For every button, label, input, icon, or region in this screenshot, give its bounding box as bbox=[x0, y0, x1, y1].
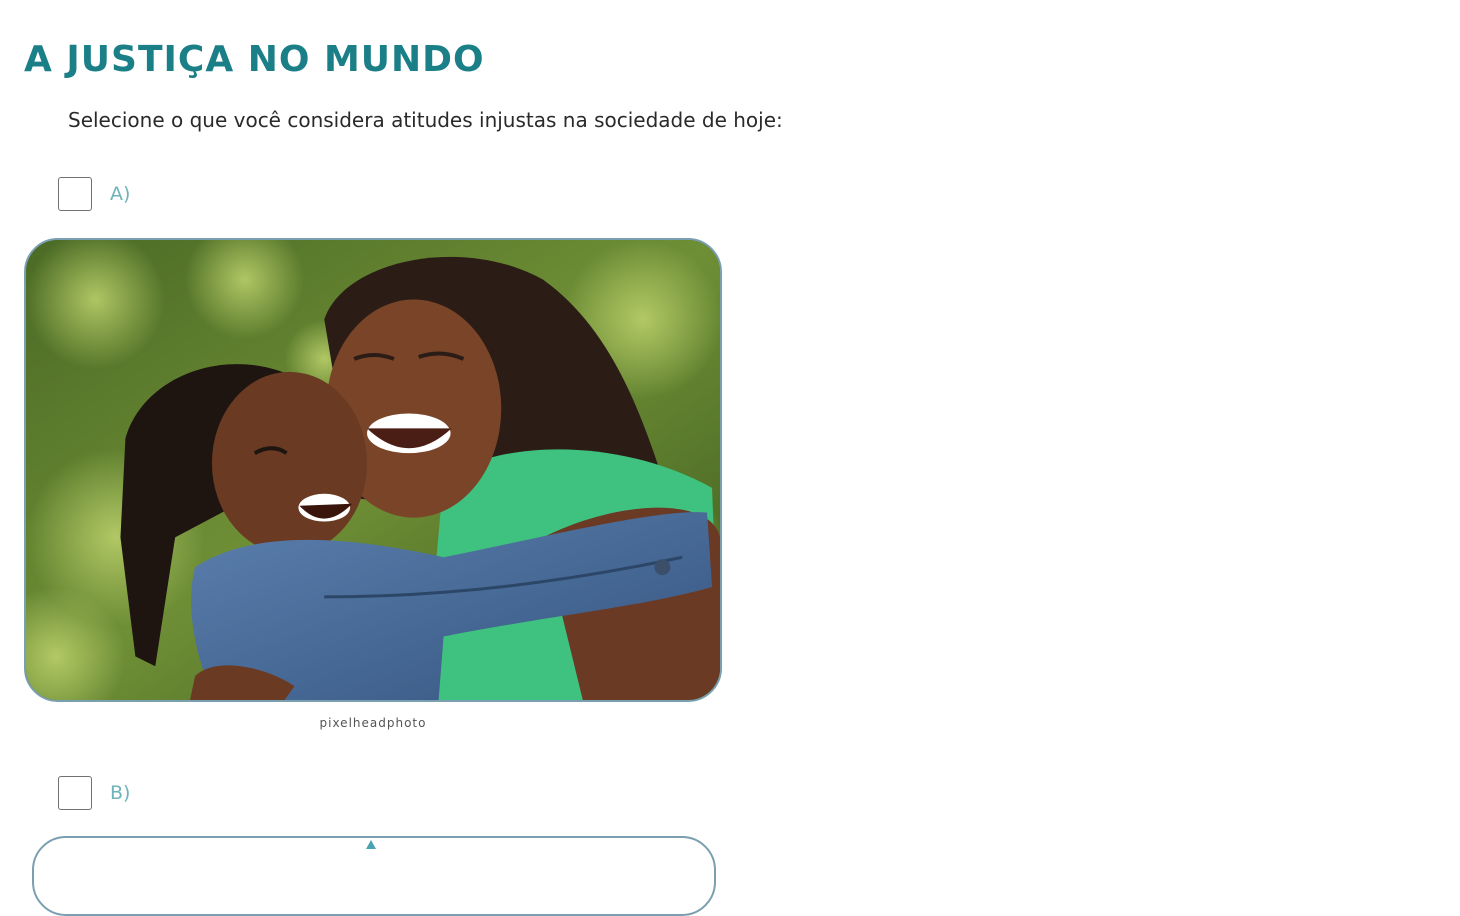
option-b-label[interactable]: B) bbox=[110, 782, 130, 804]
image-credit: pixelheadphoto bbox=[319, 716, 427, 730]
option-a[interactable]: A) bbox=[58, 177, 130, 211]
option-a-label[interactable]: A) bbox=[110, 183, 130, 205]
option-b-checkbox[interactable] bbox=[58, 776, 92, 810]
page-title: A JUSTIÇA NO MUNDO bbox=[24, 39, 485, 80]
option-b-image-marker-icon bbox=[366, 840, 376, 849]
option-a-checkbox[interactable] bbox=[58, 177, 92, 211]
instruction-text: Selecione o que você considera atitudes … bbox=[68, 108, 783, 132]
photo-mother-daughter-hug-icon bbox=[26, 240, 720, 700]
option-a-image bbox=[24, 238, 722, 702]
option-b[interactable]: B) bbox=[58, 776, 130, 810]
